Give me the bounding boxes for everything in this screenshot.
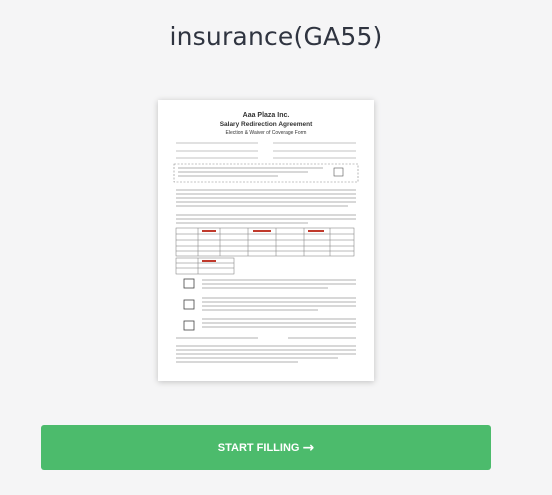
start-filling-label: START FILLING — [217, 441, 300, 454]
start-filling-button[interactable]: START FILLING → — [41, 425, 491, 470]
page-title: insurance(GA55) — [169, 22, 383, 51]
document-page-graphic — [173, 142, 359, 363]
document-thumbnail[interactable]: Aaa Plaza Inc. Salary Redirection Agreem… — [158, 100, 374, 381]
arrow-right-icon: → — [302, 439, 315, 456]
